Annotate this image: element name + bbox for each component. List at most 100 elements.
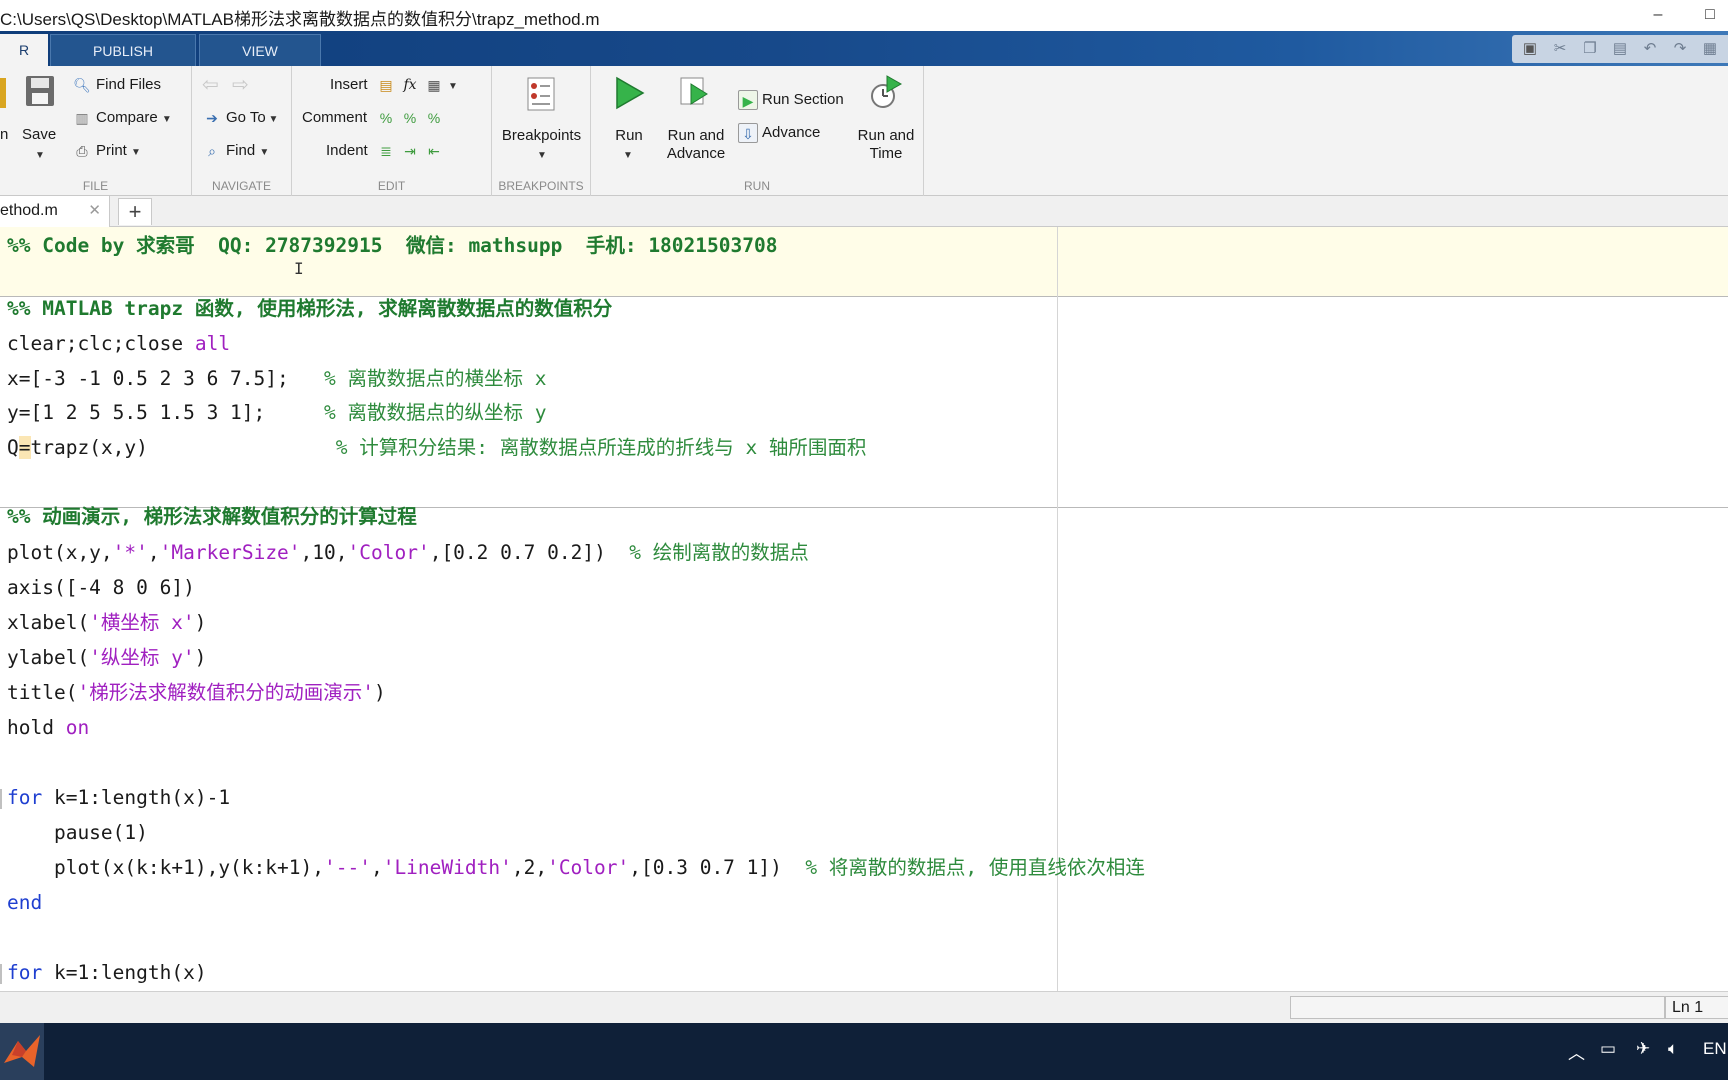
code-keyword: for [7, 961, 43, 984]
fold-marker[interactable] [0, 964, 2, 984]
code-line-11[interactable]: ylabel('纵坐标 y') [7, 642, 206, 674]
comment-percent-icon[interactable]: % [376, 108, 396, 128]
insert-function-icon[interactable]: ▦ [424, 75, 444, 95]
save-dropdown-icon[interactable]: ▼ [35, 150, 45, 161]
code-line-14[interactable]: for k=1:length(x)-1 [7, 782, 230, 814]
save-label[interactable]: Save [22, 126, 56, 143]
run-label[interactable]: Run [599, 127, 659, 145]
fold-marker[interactable] [0, 789, 2, 809]
indent-label[interactable]: Indent [326, 142, 368, 159]
cell-header-code-by: %% Code by 求索哥 QQ: 2787392915 微信: mathsu… [7, 234, 778, 257]
run-and-time-button[interactable]: Run and Time [853, 127, 919, 163]
breakpoints-icon[interactable] [524, 76, 558, 112]
tab-publish[interactable]: PUBLISH [50, 34, 196, 66]
volume-icon[interactable]: 🔈︎ [1668, 1039, 1678, 1059]
decrease-indent-icon[interactable]: ⇤ [424, 141, 444, 161]
battery-icon[interactable]: ▭ [1600, 1039, 1616, 1059]
undo-icon[interactable]: ↶ [1638, 38, 1662, 60]
insert-section-icon[interactable]: ▤ [376, 75, 396, 95]
edit-group-label: EDIT [377, 179, 406, 193]
goto-dropdown-icon: ▼ [265, 113, 279, 125]
fx-icon[interactable]: fx [400, 75, 420, 95]
advance-button[interactable]: ⇩ Advance [738, 123, 820, 143]
uncomment-icon[interactable]: % [400, 108, 420, 128]
run-and-advance-icon[interactable] [677, 74, 713, 110]
layout-icon[interactable]: ▦ [1698, 38, 1722, 60]
run-and-time-icon[interactable] [869, 74, 903, 112]
code-line-6[interactable]: Q=trapz(x,y) % 计算积分结果: 离散数据点所连成的折线与 x 轴所… [7, 432, 866, 464]
ribbon-tab-strip: R PUBLISH VIEW ▣ ✂ ❐ ▤ ↶ ↷ ▦ [0, 31, 1728, 66]
code-line-13[interactable]: hold on [7, 712, 89, 744]
add-tab-button[interactable]: + [118, 198, 152, 225]
code-line-4[interactable]: x=[-3 -1 0.5 2 3 6 7.5]; % 离散数据点的横坐标 x [7, 363, 546, 395]
code-text: k=1:length(x)-1 [42, 786, 231, 809]
breakpoints-group-label: BREAKPOINTS [498, 179, 584, 193]
code-text: , [147, 541, 160, 564]
save-big-button[interactable] [22, 74, 58, 113]
code-text: trapz(x,y) [30, 436, 336, 459]
find-files-button[interactable]: 🔍︎ Find Files [72, 75, 161, 95]
wrap-comment-icon[interactable]: % [424, 108, 444, 128]
cell-header-trapz: %% MATLAB trapz 函数, 使用梯形法, 求解离散数据点的数值积分 [7, 297, 613, 320]
code-editor[interactable]: %% Code by 求索哥 QQ: 2787392915 微信: mathsu… [0, 227, 1728, 991]
matlab-taskbar-button[interactable] [0, 1023, 44, 1080]
code-comment: % 计算积分结果: 离散数据点所连成的折线与 x 轴所围面积 [335, 436, 867, 459]
minimize-button[interactable]: – [1638, 2, 1678, 28]
airplane-mode-icon[interactable]: ✈ [1636, 1039, 1650, 1059]
code-text: axis([-4 8 0 6]) [7, 576, 195, 599]
code-line-17[interactable]: end [7, 887, 42, 919]
breakpoints-label[interactable]: Breakpoints [492, 127, 591, 145]
code-text: Q [7, 436, 19, 459]
redo-icon[interactable]: ↷ [1668, 38, 1692, 60]
code-line-18[interactable]: for k=1:length(x) [7, 957, 207, 989]
tab-editor[interactable]: R [0, 34, 48, 66]
insert-dropdown-icon[interactable]: ▼ [448, 81, 458, 92]
open-button-label[interactable]: n [0, 126, 8, 143]
run-section-label: Run Section [762, 90, 844, 108]
save-icon[interactable]: ▣ [1518, 38, 1542, 60]
code-text: ,10, [300, 541, 348, 564]
input-language-indicator[interactable]: EN [1703, 1039, 1727, 1059]
run-play-icon[interactable] [613, 76, 645, 110]
run-and-advance-button[interactable]: Run and Advance [663, 127, 729, 163]
find-label: Find [226, 141, 256, 159]
code-line-2[interactable]: %% MATLAB trapz 函数, 使用梯形法, 求解离散数据点的数值积分 [7, 293, 612, 325]
comment-label[interactable]: Comment [302, 109, 367, 126]
code-line-5[interactable]: y=[1 2 5 5.5 1.5 3 1]; % 离散数据点的纵坐标 y [7, 397, 546, 429]
code-line-10[interactable]: xlabel('横坐标 x') [7, 607, 206, 639]
compare-button[interactable]: ▥ Compare ▼ [72, 108, 171, 128]
increase-indent-icon[interactable]: ⇥ [400, 141, 420, 161]
code-line-16[interactable]: plot(x(k:k+1),y(k:k+1),'--','LineWidth',… [7, 852, 1145, 884]
close-tab-icon[interactable]: ✕ [88, 201, 101, 219]
find-icon: ⌕ [208, 143, 216, 159]
cut-icon[interactable]: ✂ [1548, 38, 1572, 60]
code-line-1[interactable]: %% Code by 求索哥 QQ: 2787392915 微信: mathsu… [7, 230, 777, 262]
code-text: x=[-3 -1 0.5 2 3 6 7.5]; [7, 367, 324, 390]
file-tab-trapz-method[interactable]: ethod.m ✕ [0, 196, 110, 227]
find-files-icon: 🔍︎ [73, 77, 91, 93]
code-line-9[interactable]: axis([-4 8 0 6]) [7, 572, 195, 604]
find-button[interactable]: ⌕ Find ▼ [202, 141, 269, 161]
run-dropdown-icon[interactable]: ▼ [623, 150, 633, 161]
forward-arrow-icon[interactable]: ⇨ [232, 72, 249, 97]
copy-icon[interactable]: ❐ [1578, 38, 1602, 60]
print-button[interactable]: ⎙ Print ▼ [72, 141, 141, 161]
tray-overflow-icon[interactable]: ︿ [1568, 1039, 1585, 1064]
code-line-7[interactable]: %% 动画演示, 梯形法求解数值积分的计算过程 [7, 501, 417, 533]
code-line-3[interactable]: clear;clc;close all [7, 328, 230, 360]
run-section-button[interactable]: ▶ Run Section [738, 90, 844, 110]
code-line-12[interactable]: title('梯形法求解数值积分的动画演示') [7, 677, 386, 709]
goto-button[interactable]: ➔ Go To ▼ [202, 108, 278, 128]
code-line-8[interactable]: plot(x,y,'*','MarkerSize',10,'Color',[0.… [7, 537, 809, 569]
paste-icon[interactable]: ▤ [1608, 38, 1632, 60]
breakpoints-dropdown-icon[interactable]: ▼ [537, 150, 547, 161]
back-arrow-icon[interactable]: ⇦ [202, 72, 219, 97]
maximize-button[interactable]: □ [1690, 2, 1728, 28]
code-line-15[interactable]: pause(1) [7, 817, 148, 849]
tab-view[interactable]: VIEW [199, 34, 321, 66]
insert-label[interactable]: Insert [330, 76, 368, 93]
code-text: , [370, 856, 383, 879]
goto-label: Go To [226, 108, 266, 126]
smart-indent-icon[interactable]: ≣ [376, 141, 396, 161]
code-string: 'Color' [347, 541, 430, 564]
